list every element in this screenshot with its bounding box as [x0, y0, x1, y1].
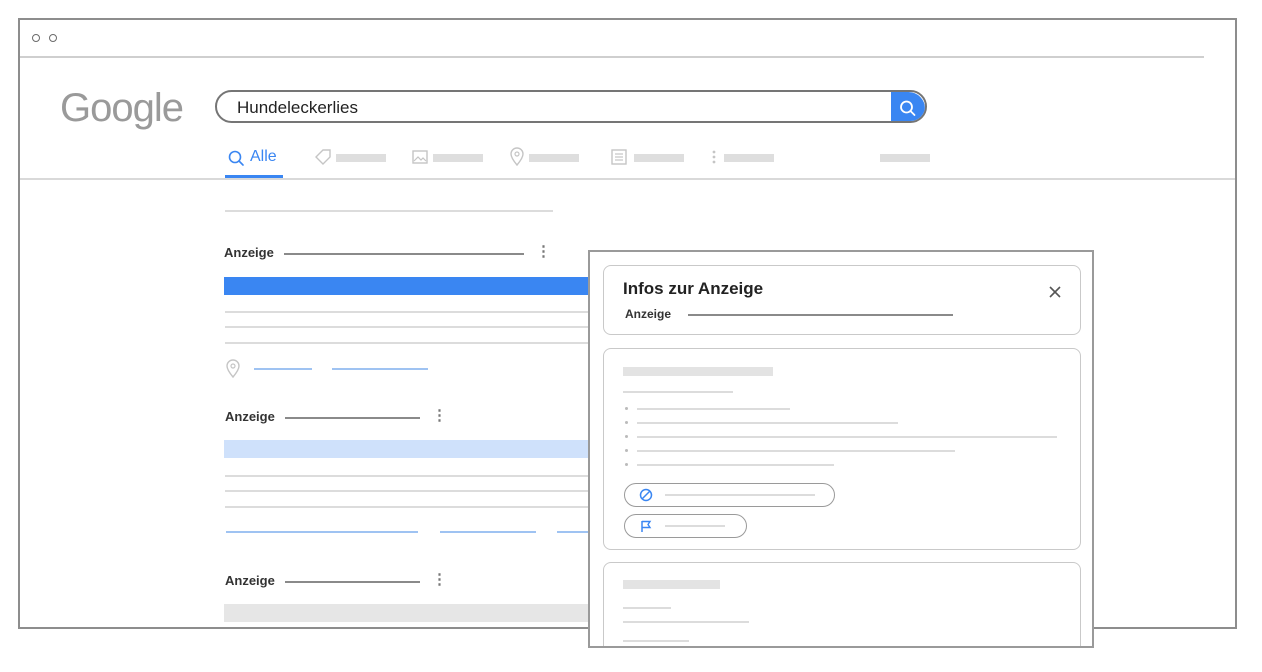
tabs-divider — [20, 178, 1235, 180]
ad-headline[interactable] — [224, 277, 604, 295]
button-label-placeholder — [665, 525, 725, 527]
google-logo[interactable]: Google — [60, 86, 184, 131]
ad-location-link[interactable] — [254, 368, 312, 370]
search-query-text: Hundeleckerlies — [237, 98, 358, 117]
tab-all-label: Alle — [250, 148, 277, 165]
panel-header-card: Infos zur Anzeige Anzeige — [603, 265, 1081, 335]
ad-headline[interactable] — [224, 440, 604, 458]
ad-options-icon[interactable]: ⋮ — [536, 242, 551, 260]
tag-icon — [315, 149, 331, 165]
ad-label: Anzeige — [225, 573, 275, 588]
tab-placeholder — [433, 154, 483, 162]
map-pin-icon — [226, 359, 240, 379]
bullet — [625, 435, 628, 438]
ad-url-line — [284, 253, 524, 255]
tab-placeholder — [724, 154, 774, 162]
details-line — [637, 450, 955, 452]
ad-options-icon[interactable]: ⋮ — [432, 570, 447, 588]
ad-description-line — [225, 506, 605, 508]
block-icon — [639, 488, 653, 502]
window-control-dot[interactable] — [49, 34, 57, 42]
ad-description-line — [225, 490, 605, 492]
search-icon — [228, 150, 244, 166]
block-ad-button[interactable] — [624, 483, 835, 507]
details-line — [637, 436, 1057, 438]
ad-label: Anzeige — [225, 409, 275, 424]
ad-info-panel: Infos zur Anzeige Anzeige — [588, 250, 1094, 648]
ad-headline[interactable] — [224, 604, 604, 622]
ad-description-line — [225, 475, 605, 477]
search-input[interactable]: Hundeleckerlies — [215, 90, 927, 123]
ad-url-line — [285, 581, 420, 583]
search-icon — [900, 100, 916, 116]
flag-icon — [641, 520, 652, 532]
ad-options-icon[interactable]: ⋮ — [432, 406, 447, 424]
panel-subtitle: Anzeige — [625, 307, 672, 321]
ad-sitelink[interactable] — [440, 531, 536, 533]
tab-placeholder — [336, 154, 386, 162]
panel-more-card — [603, 562, 1081, 646]
bullet — [625, 407, 628, 410]
panel-details-card — [603, 348, 1081, 550]
more-line — [623, 621, 749, 623]
more-line — [623, 607, 671, 609]
news-icon — [611, 149, 627, 165]
bullet — [625, 421, 628, 424]
ad-sitelink[interactable] — [226, 531, 418, 533]
ad-description-line — [225, 342, 605, 344]
search-button[interactable] — [891, 92, 925, 121]
details-line — [623, 391, 733, 393]
map-pin-icon — [510, 147, 524, 167]
ad-description-line — [225, 326, 605, 328]
more-heading-placeholder — [623, 580, 720, 589]
advertiser-line — [688, 314, 953, 316]
bullet — [625, 463, 628, 466]
report-ad-button[interactable] — [624, 514, 747, 538]
bullet — [625, 449, 628, 452]
button-label-placeholder — [665, 494, 815, 496]
tab-tools[interactable] — [880, 154, 930, 162]
ad-description-line — [225, 311, 605, 313]
details-line — [637, 422, 898, 424]
tab-placeholder — [529, 154, 579, 162]
image-icon — [412, 150, 428, 164]
window-control-dot[interactable] — [32, 34, 40, 42]
ad-location-link[interactable] — [332, 368, 428, 370]
details-heading-placeholder — [623, 367, 773, 376]
ad-label: Anzeige — [224, 245, 274, 260]
close-icon[interactable] — [1048, 285, 1062, 299]
more-vert-icon — [712, 150, 716, 164]
panel-title: Infos zur Anzeige — [623, 279, 764, 298]
toolbar-divider — [20, 56, 1204, 58]
tab-placeholder — [634, 154, 684, 162]
result-stats-placeholder — [225, 210, 553, 212]
ad-url-line — [285, 417, 420, 419]
details-line — [637, 408, 790, 410]
details-line — [637, 464, 834, 466]
more-line — [623, 640, 689, 642]
